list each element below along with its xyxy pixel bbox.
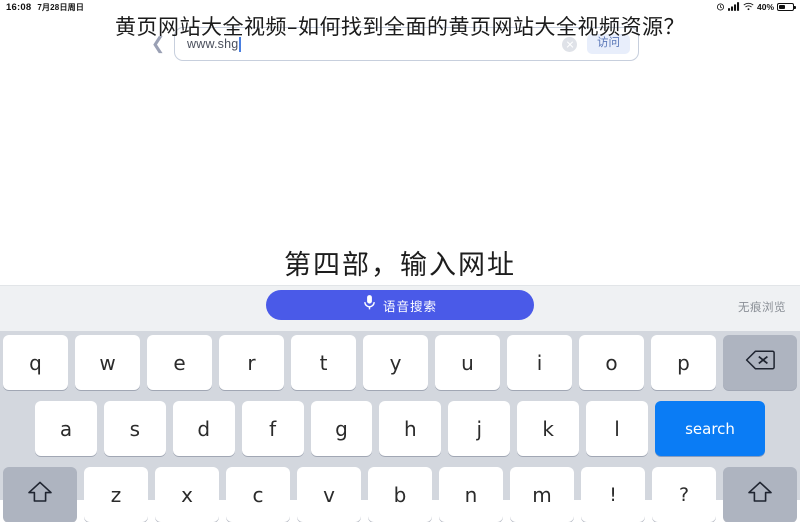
key-n[interactable]: n <box>439 467 503 522</box>
keyboard-row-2: a s d f g h j k l search <box>3 401 797 456</box>
signal-icon <box>727 1 740 13</box>
key-x[interactable]: x <box>155 467 219 522</box>
key-y[interactable]: y <box>363 335 428 390</box>
phone-screen: 16:08 7月28日周日 40% ❮ www.shg 访问 黄页网站大全视频–… <box>0 0 800 522</box>
shift-key-left[interactable] <box>3 467 77 522</box>
alarm-icon <box>716 2 725 13</box>
status-bar-left: 16:08 7月28日周日 <box>6 2 84 13</box>
key-o[interactable]: o <box>579 335 644 390</box>
text-caret <box>239 36 242 52</box>
search-key[interactable]: search <box>655 401 766 456</box>
keyboard-row-3: z x c v b n m ! ? <box>3 467 797 522</box>
key-k[interactable]: k <box>517 401 580 456</box>
key-e[interactable]: e <box>147 335 212 390</box>
shift-icon <box>27 480 53 509</box>
voice-search-button[interactable]: 语音搜索 <box>266 290 534 320</box>
key-u[interactable]: u <box>435 335 500 390</box>
key-z[interactable]: z <box>84 467 148 522</box>
status-bar-right: 40% <box>716 1 796 13</box>
voice-search-label: 语音搜索 <box>382 298 437 314</box>
key-exclamation[interactable]: ! <box>581 467 645 522</box>
status-date: 7月28日周日 <box>37 2 85 12</box>
key-l[interactable]: l <box>586 401 649 456</box>
battery-percent-label: 40% <box>756 2 774 12</box>
url-bar[interactable]: www.shg 访问 <box>174 27 639 61</box>
browser-address-bar: ❮ www.shg 访问 <box>0 26 800 62</box>
shift-icon <box>747 480 773 509</box>
key-p[interactable]: p <box>651 335 716 390</box>
key-question[interactable]: ? <box>652 467 716 522</box>
microphone-icon <box>363 294 376 316</box>
url-input-value: www.shg <box>187 37 239 51</box>
backspace-key[interactable] <box>723 335 797 390</box>
key-w[interactable]: w <box>75 335 140 390</box>
key-d[interactable]: d <box>172 401 235 456</box>
key-a[interactable]: a <box>35 401 97 456</box>
key-i[interactable]: i <box>507 335 572 390</box>
key-m[interactable]: m <box>510 467 574 522</box>
key-b[interactable]: b <box>368 467 432 522</box>
status-bar: 16:08 7月28日周日 40% <box>0 0 800 14</box>
key-j[interactable]: j <box>448 401 511 456</box>
chevron-left-icon[interactable]: ❮ <box>138 34 178 54</box>
backspace-icon <box>745 349 775 376</box>
incognito-label[interactable]: 无痕浏览 <box>738 299 786 315</box>
status-time: 16:08 <box>6 1 32 13</box>
key-f[interactable]: f <box>241 401 304 456</box>
center-caption: 第四部，输入网址 <box>284 250 516 281</box>
key-s[interactable]: s <box>103 401 166 456</box>
key-v[interactable]: v <box>297 467 361 522</box>
key-t[interactable]: t <box>291 335 356 390</box>
key-g[interactable]: g <box>310 401 373 456</box>
on-screen-keyboard: q w e r t y u i o p a s d f g h j k l se… <box>0 331 800 522</box>
keyboard-row-1: q w e r t y u i o p <box>3 335 797 390</box>
shift-key-right[interactable] <box>723 467 797 522</box>
battery-icon <box>777 3 796 11</box>
key-q[interactable]: q <box>3 335 68 390</box>
key-h[interactable]: h <box>379 401 442 456</box>
clear-circle-icon[interactable] <box>562 36 577 52</box>
wifi-icon <box>743 2 754 13</box>
url-input[interactable]: www.shg <box>187 36 562 52</box>
visit-button[interactable]: 访问 <box>587 34 630 54</box>
key-c[interactable]: c <box>226 467 290 522</box>
key-r[interactable]: r <box>219 335 284 390</box>
